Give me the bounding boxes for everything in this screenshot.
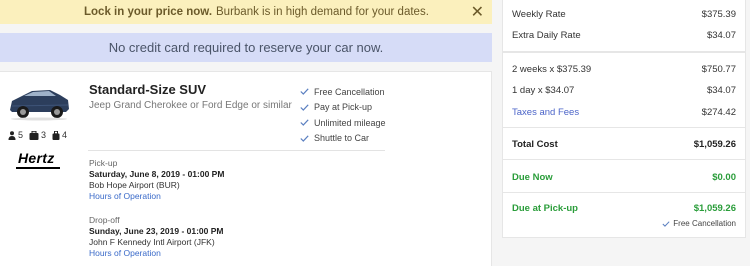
no-credit-card-notice: No credit card required to reserve your …	[0, 33, 492, 62]
extra-daily-rate-value: $34.07	[706, 30, 736, 41]
demand-banner: Lock in your price now. Burbank is in hi…	[0, 0, 492, 24]
feature-list: Free Cancellation Pay at Pick-up Unlimit…	[300, 84, 386, 146]
free-cancellation-note: Free Cancellation	[662, 219, 736, 228]
pickup-details: Pick-up Saturday, June 8, 2019 - 01:00 P…	[89, 158, 224, 202]
weeks-cost-label: 2 weeks x $375.39	[512, 64, 592, 75]
dropoff-hours-link[interactable]: Hours of Operation	[89, 248, 224, 259]
check-icon	[300, 135, 309, 142]
close-icon[interactable]: ✕	[471, 2, 484, 22]
dropoff-date: Sunday, June 23, 2019 - 01:00 PM	[89, 226, 224, 236]
extra-daily-rate-row: Extra Daily Rate $34.07	[512, 30, 736, 41]
feature-label: Free Cancellation	[314, 86, 385, 97]
due-now-label: Due Now	[512, 172, 553, 183]
rate-box: Weekly Rate $375.39 Extra Daily Rate $34…	[502, 0, 746, 52]
check-icon	[300, 88, 309, 96]
due-now-value: $0.00	[712, 172, 736, 183]
dropoff-location: John F Kennedy Intl Airport (JFK)	[89, 237, 215, 247]
banner-bold-text: Lock in your price now.	[84, 6, 213, 18]
separator	[503, 159, 745, 160]
feature-label: Unlimited mileage	[314, 117, 386, 128]
suitcase-icon	[29, 130, 39, 140]
weekly-rate-label: Weekly Rate	[512, 9, 566, 20]
total-cost-row: Total Cost $1,059.26	[512, 139, 736, 150]
free-cancellation-label: Free Cancellation	[673, 219, 736, 228]
pickup-location: Bob Hope Airport (BUR)	[89, 180, 180, 190]
person-icon	[8, 130, 16, 140]
day-cost-row: 1 day x $34.07 $34.07	[512, 85, 736, 96]
car-title: Standard-Size SUV	[89, 82, 207, 97]
feature-label: Shuttle to Car	[314, 133, 370, 144]
due-at-pickup-row: Due at Pick-up $1,059.26	[512, 203, 736, 214]
price-summary: Weekly Rate $375.39 Extra Daily Rate $34…	[502, 0, 746, 266]
bag-icon	[52, 130, 60, 140]
pickup-date: Saturday, June 8, 2019 - 01:00 PM	[89, 169, 225, 179]
extra-daily-rate-label: Extra Daily Rate	[512, 30, 581, 41]
car-image	[10, 90, 69, 121]
weeks-cost-value: $750.77	[701, 64, 736, 75]
taxes-fees-value: $274.42	[701, 107, 736, 118]
hertz-logo-bar	[16, 167, 60, 169]
passenger-spec: 5	[8, 130, 23, 140]
day-cost-value: $34.07	[706, 85, 736, 96]
small-bag-spec: 4	[52, 130, 67, 140]
car-specs: 5 3 4	[8, 130, 73, 140]
weekly-rate-row: Weekly Rate $375.39	[512, 9, 736, 20]
taxes-fees-link[interactable]: Taxes and Fees	[512, 107, 579, 118]
large-bag-spec: 3	[29, 130, 46, 140]
card-divider	[88, 150, 385, 151]
due-at-pickup-value: $1,059.26	[693, 203, 736, 214]
due-now-row: Due Now $0.00	[512, 172, 736, 183]
weekly-rate-value: $375.39	[701, 9, 736, 20]
passenger-count: 5	[18, 130, 24, 140]
check-icon	[662, 220, 670, 227]
separator	[503, 127, 745, 128]
small-bag-count: 4	[62, 130, 68, 140]
dropoff-details: Drop-off Sunday, June 23, 2019 - 01:00 P…	[89, 215, 224, 259]
large-bag-count: 3	[41, 130, 47, 140]
weeks-cost-row: 2 weeks x $375.39 $750.77	[512, 64, 736, 75]
check-icon	[300, 119, 309, 127]
hertz-logo: Hertz	[18, 150, 55, 166]
cost-breakdown-box: 2 weeks x $375.39 $750.77 1 day x $34.07…	[502, 52, 746, 238]
total-cost-label: Total Cost	[512, 139, 558, 150]
separator	[503, 192, 745, 193]
total-cost-value: $1,059.26	[693, 139, 736, 150]
car-subtitle: Jeep Grand Cherokee or Ford Edge or simi…	[89, 100, 292, 111]
feature-item: Free Cancellation	[300, 84, 386, 100]
dropoff-label: Drop-off	[89, 215, 120, 225]
taxes-row: Taxes and Fees $274.42	[512, 107, 736, 118]
feature-item: Pay at Pick-up	[300, 100, 386, 116]
left-column: Lock in your price now. Burbank is in hi…	[0, 0, 492, 266]
pickup-hours-link[interactable]: Hours of Operation	[89, 191, 224, 202]
pickup-label: Pick-up	[89, 158, 118, 168]
check-icon	[300, 104, 309, 111]
feature-item: Shuttle to Car	[300, 131, 386, 147]
feature-item: Unlimited mileage	[300, 115, 386, 131]
feature-label: Pay at Pick-up	[314, 102, 373, 113]
car-card: 5 3 4 Hertz Standard-Size SUV Jeep Grand…	[0, 71, 492, 266]
due-at-pickup-label: Due at Pick-up	[512, 203, 578, 214]
day-cost-label: 1 day x $34.07	[512, 85, 575, 96]
banner-text: Burbank is in high demand for your dates…	[216, 6, 429, 18]
